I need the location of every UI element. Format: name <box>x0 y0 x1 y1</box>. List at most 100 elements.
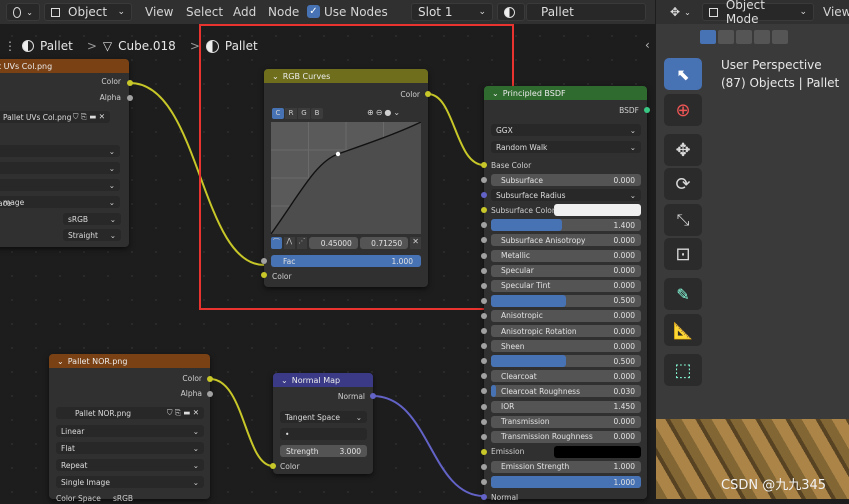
input-ior[interactable]: IOR 1.450 <box>491 400 641 413</box>
socket-input[interactable] <box>481 433 487 440</box>
input-clearcoat-roughness[interactable]: Clearcoat Roughness 0.030 <box>491 385 641 398</box>
viewport-icon: ✥ <box>670 5 681 19</box>
select-invert-icon[interactable] <box>754 30 770 44</box>
input-roughness[interactable]: Roughness0.500 <box>491 294 641 307</box>
source-select[interactable]: mage ⌄ <box>0 196 120 208</box>
input-specular-tint[interactable]: Specular Tint 0.000 <box>491 279 641 292</box>
input-specular[interactable]: Specular 0.000 <box>491 264 641 277</box>
image-select[interactable]: Pallet NOR.png ⛉ ⎘ ▬ ✕ <box>56 407 204 419</box>
input-anisotropic[interactable]: Anisotropic 0.000 <box>491 309 641 322</box>
chevron-down-icon: ⌄ <box>192 460 199 470</box>
select-new-icon[interactable] <box>700 30 716 44</box>
select-subtract-icon[interactable] <box>736 30 752 44</box>
socket-alpha-output[interactable] <box>127 95 133 101</box>
socket-normal-output[interactable] <box>370 393 376 399</box>
collapse-icon[interactable]: ⌄ <box>281 376 288 385</box>
output-alpha-label: Alpha <box>180 388 202 398</box>
interpolation-select[interactable]: ⌄ <box>0 145 120 157</box>
add-cube-tool[interactable]: ⬚ <box>664 354 702 386</box>
socket-color-output[interactable] <box>207 376 213 382</box>
distribution-select[interactable]: GGX ⌄ <box>491 124 641 136</box>
input-color-label: Color <box>280 461 300 471</box>
rotate-tool[interactable]: ⟳ <box>664 168 702 200</box>
socket-input[interactable] <box>481 448 487 455</box>
socket-input[interactable] <box>481 479 487 485</box>
extension-select[interactable]: ⌄ <box>0 179 120 191</box>
socket-input[interactable] <box>481 177 487 183</box>
source-select[interactable]: Single Image ⌄ <box>56 476 204 488</box>
cube-icon: ⬚ <box>674 359 692 381</box>
strength-field[interactable]: Strength 3.000 <box>280 445 367 457</box>
field-label: Anisotropic Rotation <box>501 326 577 336</box>
extension-select[interactable]: Repeat ⌄ <box>56 459 204 471</box>
image-texture-node-nor[interactable]: ⌄ Pallet NOR.png Color Alpha Pallet NOR.… <box>49 354 210 503</box>
mode-select[interactable]: Object Mode ⌄ <box>702 0 814 26</box>
socket-input[interactable] <box>481 328 487 334</box>
socket-input[interactable] <box>481 463 487 470</box>
viewport-header: ✥ ⌄ Object Mode ⌄ View <box>656 0 849 26</box>
input-subsurface-ior[interactable]: Subsurface IOR1.400 <box>491 219 641 232</box>
highlight-box <box>199 24 514 310</box>
socket-input[interactable] <box>481 312 487 319</box>
image-select[interactable]: Pallet UVs Col.png ⛉ ⎘ ▬ ✕ <box>0 111 110 123</box>
socket-bsdf-output[interactable] <box>644 107 650 113</box>
viewport-editor-type-button[interactable]: ✥ ⌄ <box>664 3 698 21</box>
node-header: ⌄ Pallet NOR.png <box>49 354 210 368</box>
input-transmission-roughness[interactable]: Transmission Roughness 0.000 <box>491 430 641 443</box>
socket-input[interactable] <box>481 403 487 410</box>
socket-color-output[interactable] <box>127 80 133 86</box>
input-metallic[interactable]: Metallic 0.000 <box>491 249 641 262</box>
input-subsurface-anisotropy[interactable]: Subsurface Anisotropy 0.000 <box>491 234 641 247</box>
input-subsurface-radius[interactable]: Subsurface Radius ⌄ <box>491 189 641 202</box>
color-swatch[interactable] <box>554 204 641 217</box>
transform-tool[interactable]: ⊡ <box>664 238 702 270</box>
collapse-icon[interactable]: ⌄ <box>57 357 64 366</box>
select-intersect-icon[interactable] <box>772 30 788 44</box>
annotate-tool[interactable]: ✎ <box>664 278 702 310</box>
subsurface-method-select[interactable]: Random Walk ⌄ <box>491 141 641 153</box>
socket-input[interactable] <box>481 418 487 425</box>
normal-map-node[interactable]: ⌄ Normal Map Normal Tangent Space ⌄ • Str… <box>273 373 373 474</box>
input-clearcoat[interactable]: Clearcoat 0.000 <box>491 370 641 383</box>
interpolation-select[interactable]: Linear ⌄ <box>56 425 204 437</box>
color-space-value[interactable]: sRGB <box>113 492 133 504</box>
socket-input[interactable] <box>481 297 487 304</box>
socket-input[interactable] <box>481 267 487 274</box>
chevron-down-icon: ⌄ <box>109 230 116 240</box>
select-box-tool[interactable]: ⬉ <box>664 58 702 90</box>
color-space-select[interactable]: sRGB ⌄ <box>63 213 121 225</box>
projection-select[interactable]: ⌄ <box>0 162 120 174</box>
select-extend-icon[interactable] <box>718 30 734 44</box>
cursor-tool[interactable]: ⊕ <box>664 94 702 126</box>
input-sheen-tint[interactable]: Sheen Tint0.500 <box>491 355 641 368</box>
principled-bsdf-node[interactable]: ⌄ Principled BSDF BSDF GGX ⌄ Random Walk ⌄… <box>484 86 647 502</box>
output-normal-label: Normal <box>337 391 365 401</box>
input-emission-strength[interactable]: Emission Strength 1.000 <box>491 460 641 473</box>
socket-input[interactable] <box>481 494 487 501</box>
alpha-mode-select[interactable]: Straight ⌄ <box>63 229 121 241</box>
socket-input[interactable] <box>481 252 487 259</box>
input-sheen[interactable]: Sheen 0.000 <box>491 340 641 353</box>
socket-color-input[interactable] <box>270 463 276 469</box>
input-anisotropic-rotation[interactable]: Anisotropic Rotation 0.000 <box>491 325 641 337</box>
socket-base-color-input[interactable] <box>481 162 487 168</box>
uv-map-field[interactable]: • <box>280 428 367 440</box>
socket-alpha-output[interactable] <box>207 391 213 397</box>
move-tool[interactable]: ✥ <box>664 134 702 166</box>
subsurface-method-value: Random Walk <box>496 142 548 152</box>
scale-tool[interactable]: ⤡ <box>664 204 702 236</box>
field-label: Specular Tint <box>501 281 551 291</box>
measure-tool[interactable]: 📐 <box>664 314 702 346</box>
input-subsurface[interactable]: Subsurface 0.000 <box>491 174 641 186</box>
collapse-icon[interactable]: ⌄ <box>492 89 499 98</box>
input-transmission[interactable]: Transmission 0.000 <box>491 415 641 428</box>
input-alpha[interactable]: Alpha1.000 <box>491 476 641 488</box>
viewport-menu-view[interactable]: View <box>823 5 849 19</box>
slider-fill <box>491 385 496 398</box>
space-select[interactable]: Tangent Space ⌄ <box>280 411 367 423</box>
socket-input[interactable] <box>481 282 487 289</box>
projection-select[interactable]: Flat ⌄ <box>56 442 204 454</box>
image-texture-node-uvs[interactable]: t UVs Col.png Color Alpha Pallet UVs Col… <box>0 59 129 247</box>
color-swatch[interactable] <box>554 445 641 458</box>
extension-value: Repeat <box>61 460 88 470</box>
